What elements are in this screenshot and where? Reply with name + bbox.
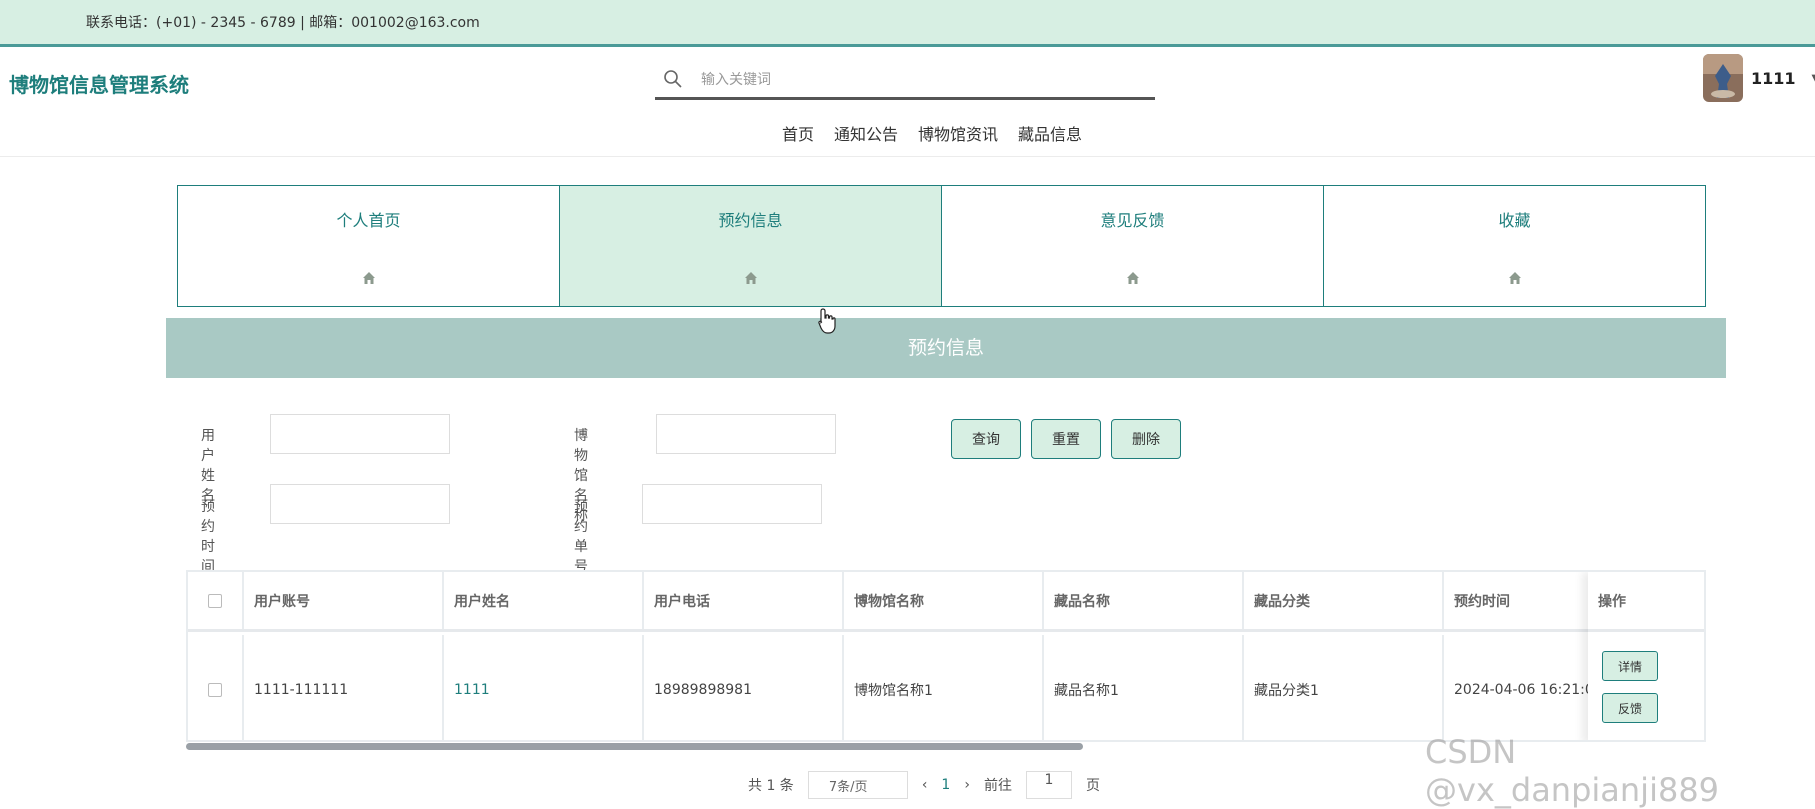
- col-header-item-category[interactable]: 藏品分类: [1244, 572, 1444, 629]
- top-contact-bar: 联系电话：(+01) - 2345 - 6789 | 邮箱：001002@163…: [0, 0, 1815, 47]
- home-icon: [362, 272, 375, 284]
- user-name-label: 用户姓名: [201, 428, 215, 504]
- prev-page-button[interactable]: ‹: [922, 777, 928, 793]
- search-icon[interactable]: [663, 69, 683, 89]
- select-all-cell: [188, 572, 244, 629]
- site-logo-title[interactable]: 博物馆信息管理系统: [9, 69, 189, 98]
- reservation-table: 用户账号 用户姓名 用户电话 博物馆名称 藏品名称 藏品分类 预约时间 1111…: [186, 570, 1706, 742]
- cell-account: 1111-111111: [244, 635, 444, 740]
- col-header-operations: 操作: [1588, 572, 1704, 632]
- cell-museum: 博物馆名称1: [844, 635, 1044, 740]
- cell-phone: 18989898981: [644, 635, 844, 740]
- user-name-input[interactable]: [270, 414, 450, 454]
- nav-home[interactable]: 首页: [782, 121, 814, 145]
- search-box: [655, 61, 1155, 100]
- goto-page-input[interactable]: 1: [1025, 771, 1072, 799]
- mouse-cursor-icon: [818, 308, 836, 334]
- col-header-account[interactable]: 用户账号: [244, 572, 444, 629]
- tile-label: 意见反馈: [1100, 211, 1165, 230]
- page-size-select[interactable]: 7条/页: [807, 771, 908, 799]
- museum-name-input[interactable]: [656, 414, 836, 454]
- site-header: 博物馆信息管理系统 1111 ▼ 首页 通知公告 博物馆资讯 藏品信息: [0, 47, 1815, 157]
- col-header-phone[interactable]: 用户电话: [644, 572, 844, 629]
- username[interactable]: 1111: [1751, 69, 1796, 88]
- reset-button[interactable]: 重置: [1031, 419, 1101, 459]
- cell-username: 1111: [444, 635, 644, 740]
- total-count: 共 1 条: [748, 778, 794, 794]
- reserve-time-label: 预约时间: [201, 499, 215, 575]
- delete-button[interactable]: 删除: [1111, 419, 1181, 459]
- tile-label: 预约信息: [718, 211, 783, 230]
- tile-favorites[interactable]: 收藏: [1323, 185, 1706, 307]
- cell-item-category: 藏品分类1: [1244, 635, 1444, 740]
- scrollbar-thumb[interactable]: [186, 743, 1083, 750]
- next-page-button[interactable]: ›: [964, 777, 970, 793]
- pagination: 共 1 条 7条/页 ‹ 1 › 前往 1 页: [748, 770, 1100, 800]
- col-header-username[interactable]: 用户姓名: [444, 572, 644, 629]
- tile-feedback[interactable]: 意见反馈: [941, 185, 1324, 307]
- tile-personal-home[interactable]: 个人首页: [177, 185, 560, 307]
- chevron-down-icon[interactable]: ▼: [1812, 73, 1815, 84]
- tile-label: 收藏: [1498, 211, 1531, 230]
- tile-label: 个人首页: [336, 211, 401, 230]
- col-header-item-name[interactable]: 藏品名称: [1044, 572, 1244, 629]
- user-center-tiles: 个人首页 预约信息 意见反馈 收藏: [177, 185, 1706, 307]
- reserve-no-input[interactable]: [642, 484, 822, 524]
- page-unit: 页: [1085, 778, 1100, 794]
- home-icon: [744, 272, 757, 284]
- current-page[interactable]: 1: [941, 777, 950, 793]
- query-button[interactable]: 查询: [951, 419, 1021, 459]
- reserve-time-input[interactable]: [270, 484, 450, 524]
- contact-info: 联系电话：(+01) - 2345 - 6789 | 邮箱：001002@163…: [86, 15, 480, 31]
- detail-button[interactable]: 详情: [1602, 651, 1658, 681]
- goto-label: 前往: [983, 778, 1012, 794]
- user-menu[interactable]: 1111 ▼: [1703, 53, 1815, 103]
- nav-notices[interactable]: 通知公告: [834, 121, 898, 145]
- page-title: 预约信息: [166, 318, 1726, 378]
- watermark: CSDN @vx_danpianji889: [1425, 733, 1720, 809]
- operations-column: 操作 详情 反馈: [1588, 572, 1704, 740]
- table-header-row: 用户账号 用户姓名 用户电话 博物馆名称 藏品名称 藏品分类 预约时间: [188, 572, 1644, 632]
- row-select-cell: [188, 635, 244, 740]
- col-header-museum[interactable]: 博物馆名称: [844, 572, 1044, 629]
- select-all-checkbox[interactable]: [208, 593, 222, 608]
- search-input[interactable]: [701, 65, 1141, 95]
- tile-reservations[interactable]: 预约信息: [559, 185, 942, 307]
- cell-item-name: 藏品名称1: [1044, 635, 1244, 740]
- page-size-value: 7条/页: [828, 779, 868, 795]
- main-nav: 首页 通知公告 博物馆资讯 藏品信息: [782, 121, 1082, 145]
- feedback-button[interactable]: 反馈: [1602, 693, 1658, 723]
- reserve-no-label: 预约单号: [574, 499, 588, 575]
- avatar[interactable]: [1703, 54, 1743, 102]
- home-icon: [1126, 272, 1139, 284]
- row-checkbox[interactable]: [208, 683, 222, 697]
- home-icon: [1508, 272, 1521, 284]
- nav-collections[interactable]: 藏品信息: [1018, 121, 1082, 145]
- nav-museum-news[interactable]: 博物馆资讯: [918, 121, 998, 145]
- table-row: 1111-111111 1111 18989898981 博物馆名称1 藏品名称…: [188, 635, 1644, 740]
